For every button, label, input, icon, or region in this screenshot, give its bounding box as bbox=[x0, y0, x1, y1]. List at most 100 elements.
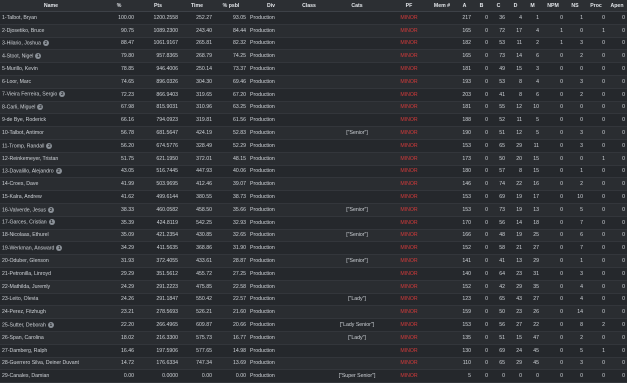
table-row[interactable]: 25-Sutter, Deborah 1 22.20 266.4965 609.87 20… bbox=[0, 318, 627, 332]
table-row[interactable]: 19-Werkman, Answard 1 34.29 411.5635 368.86 3… bbox=[0, 241, 627, 256]
column-header[interactable]: A bbox=[456, 0, 473, 12]
member-number-cell bbox=[428, 49, 456, 64]
column-header[interactable]: B bbox=[473, 0, 490, 12]
points-cell: 866.9403 bbox=[136, 88, 180, 102]
procedural-cell: 0 bbox=[585, 280, 607, 294]
table-row[interactable]: 21-Petronilla, Linroyd 29.29 351.5612 455.7… bbox=[0, 267, 627, 281]
member-number-cell bbox=[428, 280, 456, 294]
division-cell: Production bbox=[248, 241, 294, 256]
competitor-name[interactable]: 14-Croes, Dave bbox=[2, 181, 38, 187]
column-header[interactable]: Proc bbox=[585, 0, 607, 12]
table-row[interactable]: 22-Mathilda, Juremly 24.29 291.2223 475.85 2… bbox=[0, 280, 627, 294]
competitor-name[interactable]: 26-Span, Carolina bbox=[2, 335, 44, 341]
table-row[interactable]: 29-Canales, Damian 0.00 0.0000 0.00 0.00 Prod… bbox=[0, 369, 627, 383]
competitor-name[interactable]: 22-Mathilda, Juremly bbox=[2, 284, 50, 290]
no-penalty-miss-cell: 0 bbox=[541, 357, 565, 371]
competitor-name[interactable]: 12-Reinkemeyer, Tristan bbox=[2, 156, 58, 162]
table-row[interactable]: 7-Vieira Ferreira, Sergio 2 72.23 866.9403 3… bbox=[0, 88, 627, 102]
name-cell: 25-Sutter, Deborah 1 bbox=[0, 318, 102, 332]
time-cell: 447.93 bbox=[180, 165, 214, 179]
competitor-name[interactable]: 25-Sutter, Deborah bbox=[2, 322, 46, 328]
table-row[interactable]: 26-Span, Carolina 18.02 216.3300 575.73 16.7… bbox=[0, 331, 627, 345]
column-header[interactable]: D bbox=[507, 0, 524, 12]
column-header[interactable]: M bbox=[524, 0, 541, 12]
column-header[interactable]: Apen bbox=[607, 0, 627, 12]
table-row[interactable]: 27-Damberg, Ralph 16.46 197.5906 577.65 14.9… bbox=[0, 344, 627, 358]
column-header[interactable]: Mem # bbox=[428, 0, 456, 12]
column-header[interactable]: Cats bbox=[324, 0, 390, 12]
column-header[interactable]: Name bbox=[0, 0, 102, 12]
competitor-name[interactable]: 1-Talbot, Bryan bbox=[2, 15, 37, 21]
table-row[interactable]: 6-Loor, Marc 74.65 896.0326 304.30 69.46 Prod… bbox=[0, 75, 627, 89]
competitor-name[interactable]: 7-Vieira Ferreira, Sergio bbox=[2, 92, 57, 98]
competitor-name[interactable]: 11-Tromp, Randall bbox=[2, 143, 44, 149]
competitor-name[interactable]: 6-Loor, Marc bbox=[2, 79, 31, 85]
member-number-cell bbox=[428, 267, 456, 281]
a-hits-cell: 159 bbox=[456, 305, 473, 320]
competitor-name[interactable]: 5-Murillo, Kevin bbox=[2, 66, 38, 72]
table-row[interactable]: 13-Davalillo, Alejandro 2 43.05 516.7445 447… bbox=[0, 165, 627, 179]
table-row[interactable]: 16-Valverde, Jesus 2 38.33 460.0582 458.50 35… bbox=[0, 203, 627, 217]
column-header[interactable]: Div bbox=[248, 0, 294, 12]
percent-cell: 29.29 bbox=[102, 267, 136, 281]
b-hits-cell: 0 bbox=[473, 126, 490, 140]
d-hits-cell: 23 bbox=[507, 267, 524, 281]
competitor-name[interactable]: 16-Valverde, Jesus bbox=[2, 207, 46, 213]
table-row[interactable]: 10-Talbot, Antimor 56.78 681.5647 424.19 52.… bbox=[0, 126, 627, 140]
competitor-name[interactable]: 21-Petronilla, Linroyd bbox=[2, 271, 51, 277]
procedural-cell: 0 bbox=[585, 216, 607, 230]
competitor-name[interactable]: 9-de Bye, Roderick bbox=[2, 117, 46, 123]
competitor-name[interactable]: 29-Canales, Damian bbox=[2, 373, 49, 379]
time-cell: 372.01 bbox=[180, 152, 214, 166]
power-factor-cell: MINOR bbox=[390, 24, 428, 38]
no-penalty-miss-cell: 0 bbox=[541, 267, 565, 281]
table-row[interactable]: 12-Reinkemeyer, Tristan 51.75 621.1950 372.… bbox=[0, 152, 627, 166]
table-row[interactable]: 4-Stoot, Nigel 1 79.80 957.8365 268.79 74.25 P… bbox=[0, 49, 627, 64]
competitor-name[interactable]: 3-Hilario, Joshua bbox=[2, 41, 41, 47]
column-header[interactable]: PF bbox=[390, 0, 428, 12]
competitor-name[interactable]: 15-Kalra, Andrew bbox=[2, 194, 42, 200]
competitor-name[interactable]: 2-Djosetiko, Bruce bbox=[2, 28, 44, 34]
table-row[interactable]: 18-Nicolaas, Ethurel 35.09 421.2354 430.85 3… bbox=[0, 229, 627, 243]
competitor-name[interactable]: 24-Perez, Fitzhugh bbox=[2, 309, 46, 315]
no-shoot-cell: 3 bbox=[565, 357, 585, 371]
column-header[interactable]: Class bbox=[294, 0, 324, 12]
table-row[interactable]: 9-de Bye, Roderick 66.16 794.0923 319.81 61.… bbox=[0, 113, 627, 128]
table-row[interactable]: 5-Murillo, Kevin 78.85 946.4006 250.14 73.37… bbox=[0, 62, 627, 76]
categories-cell bbox=[324, 357, 390, 371]
member-number-cell bbox=[428, 11, 456, 25]
table-row[interactable]: 24-Perez, Fitzhugh 23.21 278.5693 526.21 21.… bbox=[0, 305, 627, 320]
table-row[interactable]: 3-Hilario, Joshua 2 88.47 1061.9167 265.81 82… bbox=[0, 37, 627, 51]
competitor-name[interactable]: 17-Garces, Cristian bbox=[2, 220, 47, 226]
column-header[interactable]: % psbl bbox=[214, 0, 248, 12]
competitor-name[interactable]: 18-Nicolaas, Ethurel bbox=[2, 232, 49, 238]
table-row[interactable]: 14-Croes, Dave 41.99 503.9695 412.46 39.07 Pr… bbox=[0, 177, 627, 192]
table-row[interactable]: 8-Carli, Miguel 2 67.98 815.9031 310.96 63.25… bbox=[0, 101, 627, 115]
column-header[interactable]: NS bbox=[565, 0, 585, 12]
column-header[interactable]: C bbox=[490, 0, 507, 12]
c-hits-cell: 50 bbox=[490, 305, 507, 320]
competitor-name[interactable]: 13-Davalillo, Alejandro bbox=[2, 169, 54, 175]
competitor-name[interactable]: 23-Leito, Olevia bbox=[2, 296, 38, 302]
column-header[interactable]: NPM bbox=[541, 0, 565, 12]
competitor-name[interactable]: 28-Guerrero Silva, Deiner Duvant bbox=[2, 360, 79, 366]
competitor-name[interactable]: 19-Werkman, Answard bbox=[2, 245, 54, 251]
table-row[interactable]: 17-Garces, Cristian 1 35.39 424.8119 542.25 3… bbox=[0, 216, 627, 230]
competitor-name[interactable]: 10-Talbot, Antimor bbox=[2, 130, 44, 136]
table-row[interactable]: 2-Djosetiko, Bruce 90.75 1089.2300 243.40 84… bbox=[0, 24, 627, 38]
column-header[interactable]: Time bbox=[180, 0, 214, 12]
table-row[interactable]: 23-Leito, Olevia 24.26 291.1847 550.42 22.57… bbox=[0, 293, 627, 307]
competitor-name[interactable]: 20-Oduber, Glenson bbox=[2, 258, 49, 264]
procedural-cell: 0 bbox=[585, 101, 607, 115]
column-header[interactable]: Pts bbox=[136, 0, 180, 12]
table-row[interactable]: 28-Guerrero Silva, Deiner Duvant 14.72 176… bbox=[0, 357, 627, 371]
table-row[interactable]: 20-Oduber, Glenson 31.93 372.4055 433.61 28.… bbox=[0, 254, 627, 268]
table-row[interactable]: 11-Tromp, Randall 2 56.20 674.5776 328.49 52.… bbox=[0, 139, 627, 153]
table-row[interactable]: 15-Kalra, Andrew 41.62 499.6144 380.55 38.73… bbox=[0, 190, 627, 204]
column-header[interactable]: % bbox=[102, 0, 136, 12]
competitor-name[interactable]: 27-Damberg, Ralph bbox=[2, 348, 47, 354]
competitor-name[interactable]: 4-Stoot, Nigel bbox=[2, 53, 33, 59]
table-row[interactable]: 1-Talbot, Bryan 100.00 1200.2558 252.27 93.0… bbox=[0, 11, 627, 25]
categories-cell: ["Lady Senior"] bbox=[324, 318, 390, 332]
competitor-name[interactable]: 8-Carli, Miguel bbox=[2, 105, 35, 111]
